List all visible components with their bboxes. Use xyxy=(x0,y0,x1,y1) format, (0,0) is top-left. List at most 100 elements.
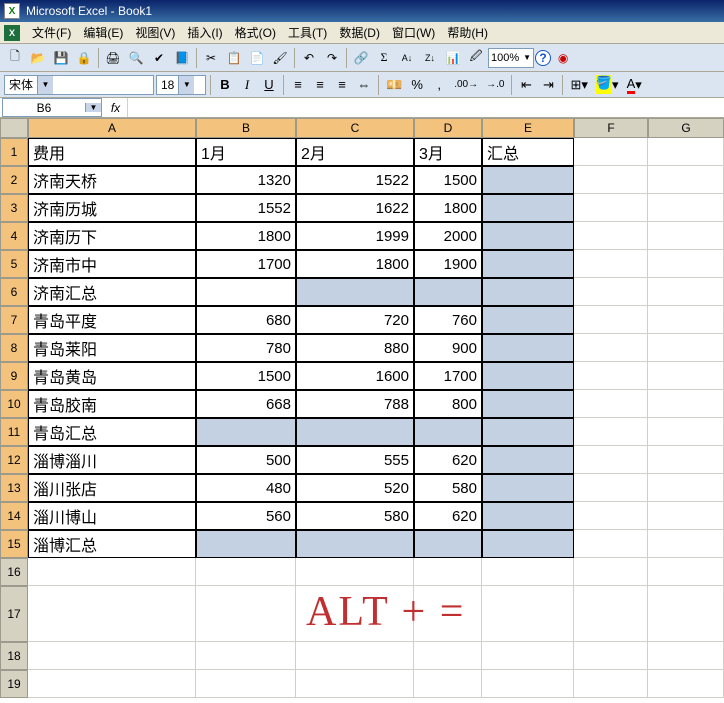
menu-item[interactable]: 数据(D) xyxy=(333,22,386,43)
format-painter-icon[interactable]: 🖌 xyxy=(269,47,291,69)
cell[interactable] xyxy=(574,474,648,502)
formula-input[interactable] xyxy=(128,98,724,117)
cell[interactable] xyxy=(574,250,648,278)
data-cell[interactable] xyxy=(296,530,414,558)
data-cell[interactable]: 1600 xyxy=(296,362,414,390)
data-cell[interactable]: 880 xyxy=(296,334,414,362)
new-icon[interactable]: 🗋 xyxy=(4,47,26,69)
row-header[interactable]: 4 xyxy=(0,222,28,250)
cell[interactable] xyxy=(648,166,724,194)
row-header[interactable]: 13 xyxy=(0,474,28,502)
cell[interactable] xyxy=(482,670,574,698)
cell[interactable] xyxy=(574,502,648,530)
header-cell[interactable]: 费用 xyxy=(28,138,196,166)
data-cell[interactable]: 青岛黄岛 xyxy=(28,362,196,390)
data-cell[interactable]: 780 xyxy=(196,334,296,362)
cell[interactable] xyxy=(648,306,724,334)
cell[interactable] xyxy=(574,222,648,250)
data-cell[interactable]: 668 xyxy=(196,390,296,418)
data-cell[interactable] xyxy=(482,502,574,530)
cell[interactable] xyxy=(648,362,724,390)
bold-button[interactable]: B xyxy=(215,75,235,95)
data-cell[interactable] xyxy=(482,530,574,558)
column-header[interactable]: E xyxy=(482,118,574,138)
cell[interactable] xyxy=(648,222,724,250)
data-cell[interactable]: 788 xyxy=(296,390,414,418)
data-cell[interactable] xyxy=(482,306,574,334)
cell[interactable] xyxy=(574,586,648,642)
data-cell[interactable]: 720 xyxy=(296,306,414,334)
cell[interactable] xyxy=(574,194,648,222)
menu-item[interactable]: 视图(V) xyxy=(129,22,181,43)
data-cell[interactable]: 560 xyxy=(196,502,296,530)
ball-icon[interactable]: ◉ xyxy=(552,47,574,69)
permission-icon[interactable]: 🔒 xyxy=(73,47,95,69)
row-header[interactable]: 17 xyxy=(0,586,28,642)
data-cell[interactable] xyxy=(482,166,574,194)
data-cell[interactable] xyxy=(196,530,296,558)
currency-icon[interactable]: 💴 xyxy=(383,75,405,95)
data-cell[interactable]: 青岛莱阳 xyxy=(28,334,196,362)
cell[interactable] xyxy=(648,194,724,222)
fill-color-icon[interactable]: 🪣▾ xyxy=(593,75,622,95)
cell[interactable] xyxy=(574,530,648,558)
data-cell[interactable]: 1700 xyxy=(196,250,296,278)
header-cell[interactable]: 1月 xyxy=(196,138,296,166)
open-icon[interactable]: 📂 xyxy=(27,47,49,69)
data-cell[interactable]: 济南历城 xyxy=(28,194,196,222)
chart-icon[interactable]: 📊 xyxy=(442,47,464,69)
cell[interactable] xyxy=(482,558,574,586)
row-header[interactable]: 6 xyxy=(0,278,28,306)
save-icon[interactable]: 💾 xyxy=(50,47,72,69)
cell[interactable] xyxy=(482,642,574,670)
header-cell[interactable]: 3月 xyxy=(414,138,482,166)
data-cell[interactable] xyxy=(482,250,574,278)
data-cell[interactable]: 480 xyxy=(196,474,296,502)
help-icon[interactable]: ? xyxy=(535,50,551,66)
data-cell[interactable]: 580 xyxy=(296,502,414,530)
cell[interactable] xyxy=(574,446,648,474)
merge-center-icon[interactable]: ⇔ xyxy=(354,75,374,95)
cell[interactable] xyxy=(574,138,648,166)
data-cell[interactable] xyxy=(482,474,574,502)
data-cell[interactable]: 500 xyxy=(196,446,296,474)
menu-item[interactable]: 窗口(W) xyxy=(386,22,441,43)
cell[interactable] xyxy=(648,138,724,166)
align-right-icon[interactable]: ≡ xyxy=(332,75,352,95)
row-header[interactable]: 7 xyxy=(0,306,28,334)
decrease-indent-icon[interactable]: ⇤ xyxy=(516,75,536,95)
italic-button[interactable]: I xyxy=(237,75,257,95)
data-cell[interactable]: 青岛平度 xyxy=(28,306,196,334)
cell[interactable] xyxy=(648,474,724,502)
data-cell[interactable]: 1622 xyxy=(296,194,414,222)
row-header[interactable]: 2 xyxy=(0,166,28,194)
menu-item[interactable]: 插入(I) xyxy=(181,22,228,43)
underline-button[interactable]: U xyxy=(259,75,279,95)
data-cell[interactable]: 760 xyxy=(414,306,482,334)
row-header[interactable]: 15 xyxy=(0,530,28,558)
undo-icon[interactable]: ↶ xyxy=(298,47,320,69)
data-cell[interactable]: 青岛汇总 xyxy=(28,418,196,446)
column-header[interactable]: C xyxy=(296,118,414,138)
data-cell[interactable] xyxy=(482,278,574,306)
data-cell[interactable]: 淄川张店 xyxy=(28,474,196,502)
fx-icon[interactable]: fx xyxy=(104,98,128,117)
cell[interactable] xyxy=(574,306,648,334)
menu-item[interactable]: 格式(O) xyxy=(229,22,282,43)
data-cell[interactable] xyxy=(482,418,574,446)
data-cell[interactable]: 2000 xyxy=(414,222,482,250)
percent-icon[interactable]: % xyxy=(407,75,427,95)
data-cell[interactable]: 680 xyxy=(196,306,296,334)
header-cell[interactable]: 汇总 xyxy=(482,138,574,166)
row-header[interactable]: 3 xyxy=(0,194,28,222)
data-cell[interactable]: 淄博汇总 xyxy=(28,530,196,558)
data-cell[interactable]: 济南汇总 xyxy=(28,278,196,306)
copy-icon[interactable]: 📋 xyxy=(223,47,245,69)
data-cell[interactable]: 济南市中 xyxy=(28,250,196,278)
cell[interactable] xyxy=(648,586,724,642)
data-cell[interactable] xyxy=(414,278,482,306)
menu-item[interactable]: 文件(F) xyxy=(26,22,77,43)
data-cell[interactable] xyxy=(482,446,574,474)
name-box[interactable]: B6▼ xyxy=(2,98,102,117)
cell[interactable] xyxy=(28,586,196,642)
